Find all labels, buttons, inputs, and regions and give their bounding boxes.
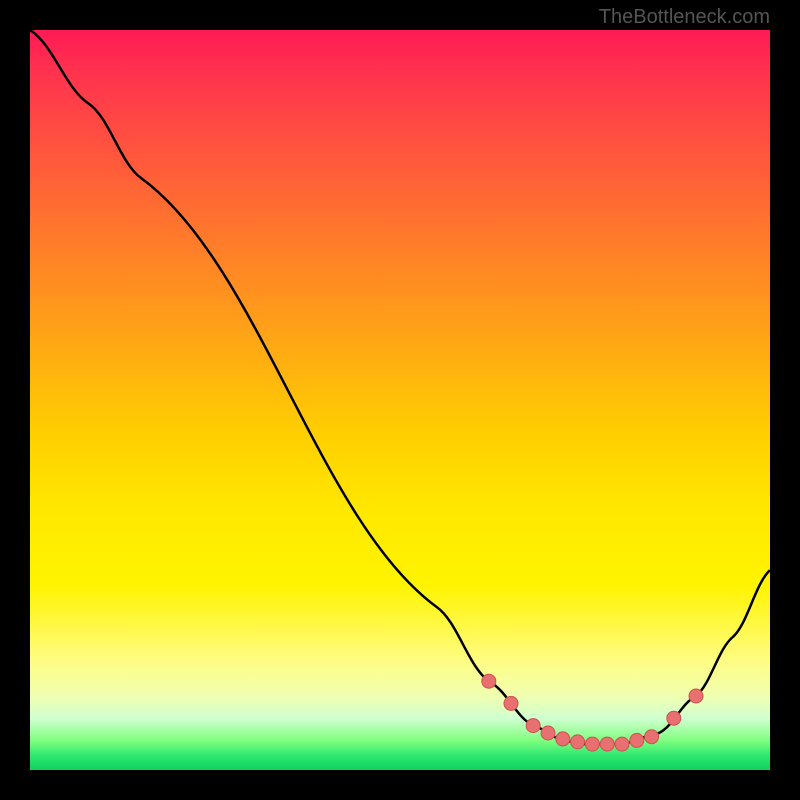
data-point-marker [645,730,659,744]
data-point-marker [585,737,599,751]
chart-svg [30,30,770,770]
data-point-marker [615,737,629,751]
data-point-marker [667,711,681,725]
watermark-text: TheBottleneck.com [599,6,770,29]
data-point-marker [482,674,496,688]
data-point-marker [526,719,540,733]
data-point-marker [689,689,703,703]
data-point-marker [504,696,518,710]
data-point-marker [571,735,585,749]
data-point-marker [556,732,570,746]
bottleneck-curve [30,30,770,744]
data-point-marker [541,726,555,740]
data-markers-group [482,674,703,751]
data-point-marker [630,733,644,747]
chart-area [30,30,770,770]
data-point-marker [600,737,614,751]
